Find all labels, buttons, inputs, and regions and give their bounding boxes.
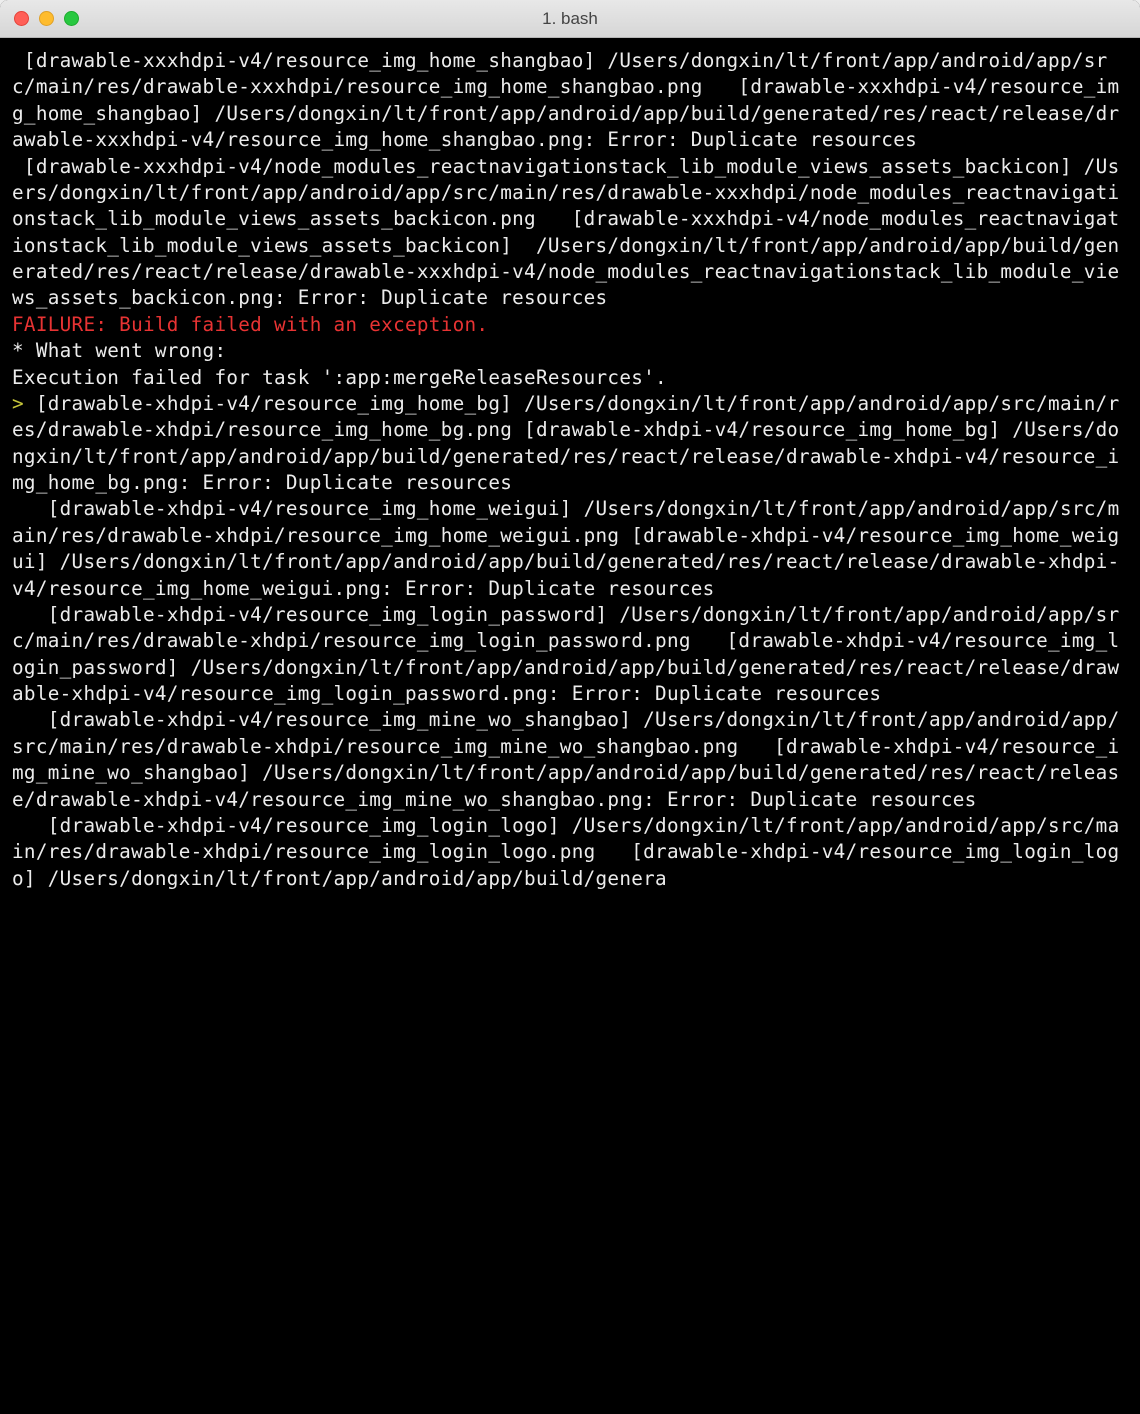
- terminal-line: Execution failed for task ':app:mergeRel…: [12, 365, 1128, 391]
- traffic-lights: [0, 11, 79, 26]
- terminal-output[interactable]: [drawable-xxxhdpi-v4/resource_img_home_s…: [0, 38, 1140, 1414]
- terminal-line: * What went wrong:: [12, 338, 1128, 364]
- terminal-line: [drawable-xxxhdpi-v4/node_modules_reactn…: [12, 154, 1128, 312]
- terminal-line: >: [12, 392, 36, 415]
- minimize-icon[interactable]: [39, 11, 54, 26]
- terminal-line: > [drawable-xhdpi-v4/resource_img_home_b…: [12, 391, 1128, 497]
- terminal-line: FAILURE: Build failed with an exception.: [12, 312, 1128, 338]
- terminal-line: [drawable-xhdpi-v4/resource_img_login_pa…: [12, 602, 1128, 708]
- window-title: 1. bash: [0, 9, 1140, 29]
- terminal-line: [drawable-xhdpi-v4/resource_img_login_lo…: [12, 813, 1128, 892]
- terminal-window: 1. bash [drawable-xxxhdpi-v4/resource_im…: [0, 0, 1140, 1414]
- close-icon[interactable]: [14, 11, 29, 26]
- terminal-line: [drawable-xxxhdpi-v4/resource_img_home_s…: [12, 48, 1128, 154]
- terminal-line: [drawable-xhdpi-v4/resource_img_mine_wo_…: [12, 707, 1128, 813]
- terminal-line: [drawable-xhdpi-v4/resource_img_home_wei…: [12, 496, 1128, 602]
- maximize-icon[interactable]: [64, 11, 79, 26]
- window-titlebar[interactable]: 1. bash: [0, 0, 1140, 38]
